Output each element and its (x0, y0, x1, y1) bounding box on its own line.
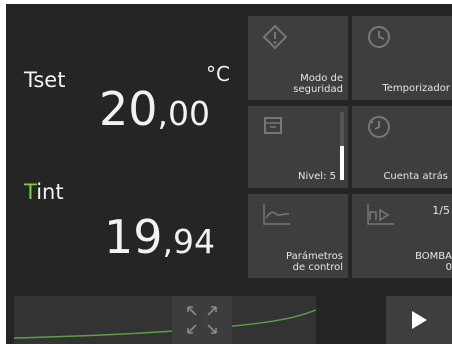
clock-icon (368, 26, 390, 48)
countdown-icon (368, 116, 390, 138)
tset-label: Tset (24, 68, 66, 92)
play-icon (412, 311, 427, 329)
safety-mode-label: Modo de seguridad (293, 73, 343, 95)
tint-label-t: T (24, 180, 37, 204)
play-button[interactable] (386, 296, 452, 344)
timer-label: Temporizador (382, 83, 450, 94)
pump-label-name: BOMBA (415, 251, 452, 262)
tset-value-int: 20 (99, 82, 158, 136)
tint-label: Tint (24, 180, 64, 204)
timer-tile[interactable]: Temporizador (352, 16, 452, 100)
countdown-label: Cuenta atrás (383, 171, 448, 182)
pump-icon (367, 204, 394, 225)
control-curve-icon (263, 204, 290, 225)
safety-mode-line1: Modo de (300, 73, 343, 84)
trend-graph[interactable] (14, 296, 316, 344)
pump-label: BOMBA 0 (415, 251, 452, 273)
safety-mode-tile[interactable]: Modo de seguridad (248, 16, 348, 100)
level-bar-fill (340, 146, 344, 180)
expand-arrows-icon (187, 306, 217, 334)
pump-label-value: 0 (445, 262, 452, 273)
tint-value: 19,94 (104, 212, 215, 267)
temperature-unit: °C (206, 62, 230, 86)
control-params-line2: de control (292, 262, 343, 273)
pump-page-indicator: 1/5 (432, 204, 450, 217)
countdown-tile[interactable]: Cuenta atrás (352, 106, 452, 188)
level-label: Nivel: 5 (297, 171, 336, 182)
control-params-label: Parámetros de control (286, 251, 343, 273)
pump-tile[interactable]: 1/5 BOMBA 0 (352, 194, 452, 278)
control-params-tile[interactable]: Parámetros de control (248, 194, 348, 278)
tint-value-dec: ,94 (162, 222, 216, 261)
level-tile[interactable]: Nivel: 5 (248, 106, 348, 188)
bath-icon (264, 117, 282, 134)
graph-expand-button[interactable] (172, 296, 232, 344)
tset-value-dec: ,00 (157, 94, 211, 133)
warning-icon (262, 24, 288, 50)
level-bar-track (340, 112, 344, 180)
trend-line (14, 309, 316, 339)
device-screen: Tset °C 20,00 Tint 19,94 Modo de segurid… (6, 4, 452, 344)
tset-value: 20,00 (99, 84, 210, 139)
safety-mode-line2: seguridad (293, 84, 343, 95)
control-params-line1: Parámetros (286, 251, 343, 262)
tint-value-int: 19 (104, 210, 163, 264)
tint-label-rest: int (36, 180, 64, 204)
